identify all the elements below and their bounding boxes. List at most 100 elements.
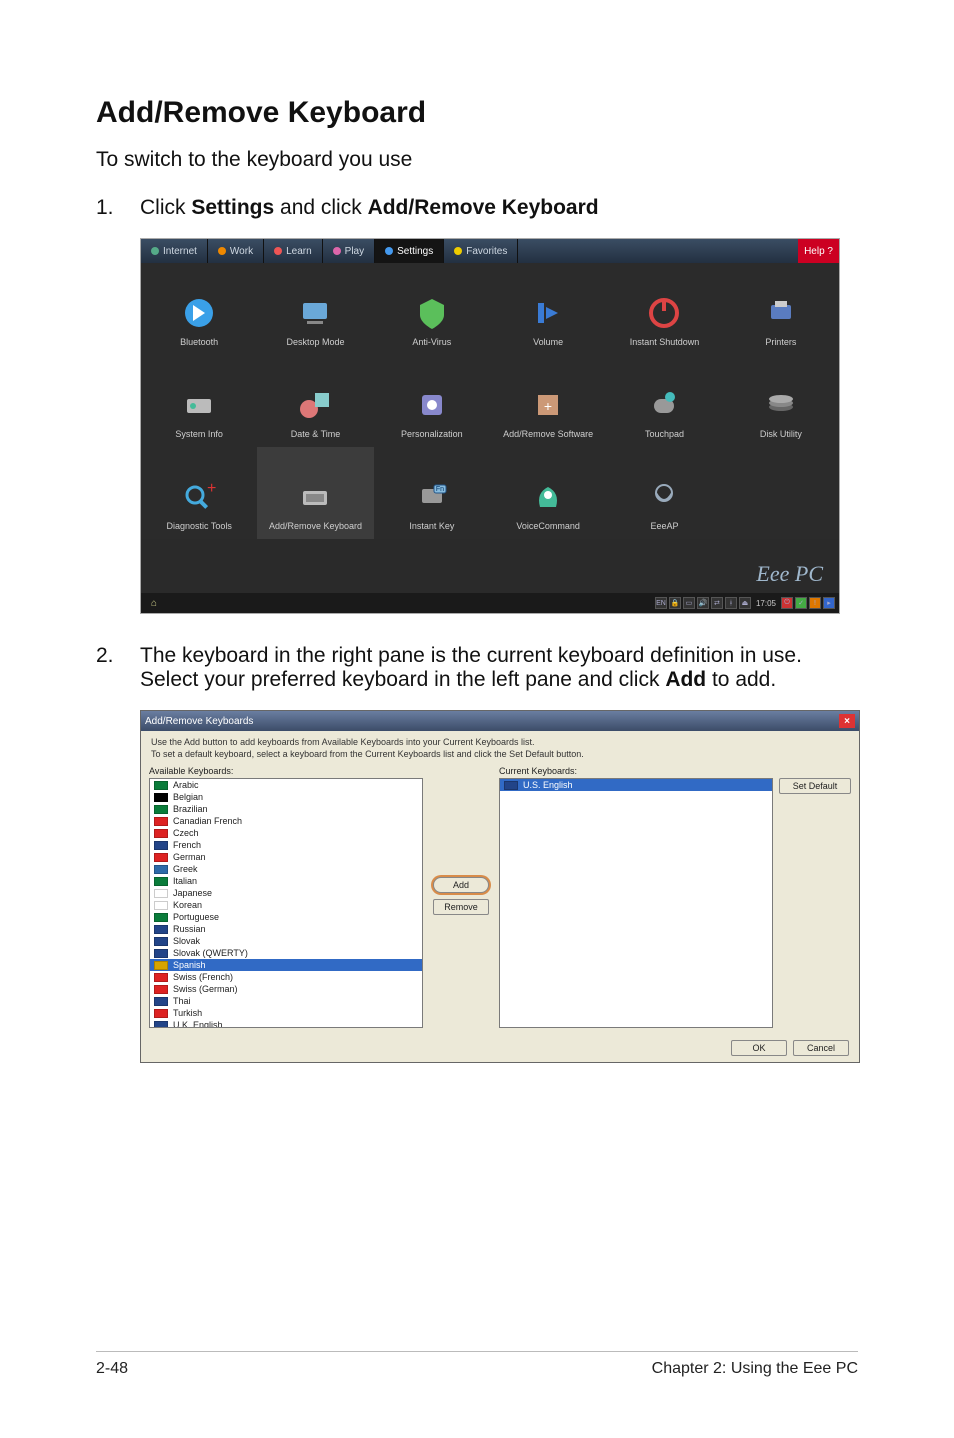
tab-work[interactable]: Work	[208, 239, 264, 263]
keyboard-item[interactable]: Czech	[150, 827, 422, 839]
settings-item-volume[interactable]: Volume	[490, 263, 606, 355]
tray-arrow-icon[interactable]: ▸	[823, 597, 835, 609]
settings-item-anti-virus[interactable]: Anti-Virus	[374, 263, 490, 355]
tab-label: Favorites	[466, 246, 507, 257]
tray-bt-icon[interactable]: ᚼ	[725, 597, 737, 609]
keyboard-item[interactable]: Portuguese	[150, 911, 422, 923]
flag-icon	[154, 829, 168, 838]
tab-settings[interactable]: Settings	[375, 239, 444, 263]
settings-item-voicecommand[interactable]: VoiceCommand	[490, 447, 606, 539]
keyboard-item[interactable]: German	[150, 851, 422, 863]
tray-ok-icon[interactable]: ✓	[795, 597, 807, 609]
keyboard-item[interactable]: Greek	[150, 863, 422, 875]
settings-item-icon	[412, 293, 452, 333]
keyboard-item[interactable]: Spanish	[150, 959, 422, 971]
flag-icon	[504, 781, 518, 790]
tab-learn[interactable]: Learn	[264, 239, 323, 263]
set-default-button[interactable]: Set Default	[779, 778, 851, 794]
flag-icon	[154, 805, 168, 814]
keyboard-item[interactable]: Italian	[150, 875, 422, 887]
keyboard-item-label: Arabic	[173, 780, 199, 790]
tab-favorites[interactable]: Favorites	[444, 239, 518, 263]
step-number: 1.	[96, 196, 140, 220]
close-icon[interactable]: ×	[839, 714, 855, 728]
side-buttons: Set Default	[779, 764, 851, 1028]
settings-item-label: Instant Shutdown	[630, 337, 700, 347]
ok-button[interactable]: OK	[731, 1040, 787, 1056]
dialog-hint: Use the Add button to add keyboards from…	[141, 731, 859, 764]
current-keyboards-list[interactable]: U.S. English	[499, 778, 773, 1028]
settings-item-icon	[295, 293, 335, 333]
svg-text:+: +	[544, 398, 552, 414]
tray-usb-icon[interactable]: ⏏	[739, 597, 751, 609]
settings-item-instant-shutdown[interactable]: Instant Shutdown	[606, 263, 722, 355]
keyboard-item[interactable]: U.K. English	[150, 1019, 422, 1028]
settings-item-label: Touchpad	[645, 429, 684, 439]
settings-item-diagnostic-tools[interactable]: +Diagnostic Tools	[141, 447, 257, 539]
settings-item-printers[interactable]: Printers	[723, 263, 839, 355]
keyboard-item[interactable]: Belgian	[150, 791, 422, 803]
logo-area: Eee PC	[141, 539, 839, 593]
tray-kbd-icon[interactable]: EN	[655, 597, 667, 609]
keyboard-item[interactable]: Korean	[150, 899, 422, 911]
keyboard-item[interactable]: Canadian French	[150, 815, 422, 827]
keyboard-item-label: Japanese	[173, 888, 212, 898]
keyboard-item-label: German	[173, 852, 206, 862]
dialog-titlebar: Add/Remove Keyboards ×	[141, 711, 859, 731]
keyboard-item[interactable]: Brazilian	[150, 803, 422, 815]
keyboard-item[interactable]: Swiss (French)	[150, 971, 422, 983]
play-icon	[333, 247, 341, 255]
folder-icon	[218, 247, 226, 255]
keyboard-item[interactable]: U.S. English	[500, 779, 772, 791]
keyboard-item[interactable]: Slovak	[150, 935, 422, 947]
settings-item-instant-key[interactable]: FnInstant Key	[374, 447, 490, 539]
settings-item-label: Volume	[533, 337, 563, 347]
settings-item-system-info[interactable]: System Info	[141, 355, 257, 447]
settings-item-icon	[528, 477, 568, 517]
settings-item-icon	[761, 385, 801, 425]
tray-time: 17:05	[753, 599, 779, 608]
settings-item-eeeap[interactable]: EeeAP	[606, 447, 722, 539]
keyboard-item[interactable]: French	[150, 839, 422, 851]
settings-item-personalization[interactable]: Personalization	[374, 355, 490, 447]
settings-item-add-remove-keyboard[interactable]: Add/Remove Keyboard	[257, 447, 373, 539]
help-button[interactable]: Help ?	[798, 239, 839, 263]
step1-text-b: and click	[274, 196, 367, 219]
home-icon[interactable]: ⌂	[145, 598, 157, 609]
tray-network-icon[interactable]: ⇄	[711, 597, 723, 609]
keyboard-item[interactable]: Arabic	[150, 779, 422, 791]
step1-text-a: Click	[140, 196, 191, 219]
tray-power-icon[interactable]: ⏻	[781, 597, 793, 609]
keyboard-item[interactable]: Japanese	[150, 887, 422, 899]
available-keyboards-list[interactable]: ArabicBelgianBrazilianCanadian FrenchCze…	[149, 778, 423, 1028]
settings-item-icon	[528, 293, 568, 333]
keyboard-item[interactable]: Russian	[150, 923, 422, 935]
tray-monitor-icon[interactable]: ▭	[683, 597, 695, 609]
settings-item-bluetooth[interactable]: Bluetooth	[141, 263, 257, 355]
tray-lock-icon[interactable]: 🔒	[669, 597, 681, 609]
settings-item-add-remove-software[interactable]: +Add/Remove Software	[490, 355, 606, 447]
remove-button[interactable]: Remove	[433, 899, 489, 915]
tray-warn-icon[interactable]: !	[809, 597, 821, 609]
settings-item-desktop-mode[interactable]: Desktop Mode	[257, 263, 373, 355]
tab-internet[interactable]: Internet	[141, 239, 208, 263]
step2-bold-add: Add	[665, 668, 706, 691]
settings-item-label: Instant Key	[409, 521, 454, 531]
flag-icon	[154, 781, 168, 790]
settings-item-date-time[interactable]: Date & Time	[257, 355, 373, 447]
tab-play[interactable]: Play	[323, 239, 375, 263]
settings-item-touchpad[interactable]: Touchpad	[606, 355, 722, 447]
keyboard-item[interactable]: Thai	[150, 995, 422, 1007]
svg-text:+: +	[207, 480, 216, 497]
tray-volume-icon[interactable]: 🔊	[697, 597, 709, 609]
keyboard-item-label: Canadian French	[173, 816, 242, 826]
keyboard-item[interactable]: Swiss (German)	[150, 983, 422, 995]
keyboard-item[interactable]: Turkish	[150, 1007, 422, 1019]
current-label: Current Keyboards:	[499, 766, 773, 776]
flag-icon	[154, 793, 168, 802]
cancel-button[interactable]: Cancel	[793, 1040, 849, 1056]
keyboard-item[interactable]: Slovak (QWERTY)	[150, 947, 422, 959]
add-button[interactable]: Add	[433, 877, 489, 893]
settings-item-disk-utility[interactable]: Disk Utility	[723, 355, 839, 447]
system-tray: ⌂ EN 🔒 ▭ 🔊 ⇄ ᚼ ⏏ 17:05 ⏻ ✓ ! ▸	[141, 593, 839, 613]
